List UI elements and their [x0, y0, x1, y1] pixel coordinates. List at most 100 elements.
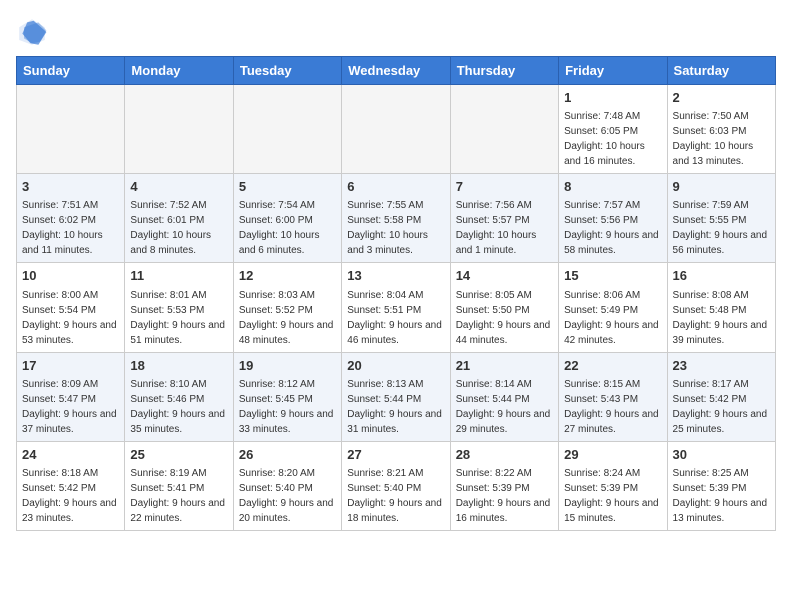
day-info: Sunrise: 8:21 AMSunset: 5:40 PMDaylight:… — [347, 468, 442, 524]
calendar-cell — [17, 85, 125, 174]
day-number: 22 — [564, 357, 661, 375]
calendar-cell: 7Sunrise: 7:56 AMSunset: 5:57 PMDaylight… — [450, 174, 558, 263]
day-number: 20 — [347, 357, 444, 375]
calendar-week-row: 24 Sunrise: 8:18 AMSunset: 5:42 PMDayligh… — [17, 441, 776, 530]
calendar-cell: 27 Sunrise: 8:21 AMSunset: 5:40 PMDayligh… — [342, 441, 450, 530]
day-info: Sunrise: 8:24 AMSunset: 5:39 PMDaylight:… — [564, 468, 659, 524]
day-info: Sunrise: 7:55 AMSunset: 5:58 PMDaylight:… — [347, 200, 428, 256]
day-number: 29 — [564, 446, 661, 464]
day-info: Sunrise: 8:05 AMSunset: 5:50 PMDaylight:… — [456, 290, 551, 346]
weekday-header-thursday: Thursday — [450, 57, 558, 85]
day-info: Sunrise: 8:00 AMSunset: 5:54 PMDaylight:… — [22, 290, 117, 346]
day-number: 27 — [347, 446, 444, 464]
day-info: Sunrise: 7:51 AMSunset: 6:02 PMDaylight:… — [22, 200, 103, 256]
calendar-cell — [125, 85, 233, 174]
calendar-cell — [450, 85, 558, 174]
day-info: Sunrise: 8:03 AMSunset: 5:52 PMDaylight:… — [239, 290, 334, 346]
day-info: Sunrise: 8:17 AMSunset: 5:42 PMDaylight:… — [673, 379, 768, 435]
calendar-cell: 4Sunrise: 7:52 AMSunset: 6:01 PMDaylight… — [125, 174, 233, 263]
calendar-cell: 2 Sunrise: 7:50 AMSunset: 6:03 PMDaylight… — [667, 85, 775, 174]
calendar-cell: 10 Sunrise: 8:00 AMSunset: 5:54 PMDayligh… — [17, 263, 125, 352]
calendar-cell: 14 Sunrise: 8:05 AMSunset: 5:50 PMDayligh… — [450, 263, 558, 352]
page-header — [16, 16, 776, 48]
calendar-cell: 5Sunrise: 7:54 AMSunset: 6:00 PMDaylight… — [233, 174, 341, 263]
calendar-header-row: SundayMondayTuesdayWednesdayThursdayFrid… — [17, 57, 776, 85]
day-number: 16 — [673, 267, 770, 285]
day-number: 30 — [673, 446, 770, 464]
day-number: 10 — [22, 267, 119, 285]
weekday-header-friday: Friday — [559, 57, 667, 85]
day-info: Sunrise: 7:52 AMSunset: 6:01 PMDaylight:… — [130, 200, 211, 256]
day-number: 11 — [130, 267, 227, 285]
day-info: Sunrise: 8:14 AMSunset: 5:44 PMDaylight:… — [456, 379, 551, 435]
calendar-cell: 12 Sunrise: 8:03 AMSunset: 5:52 PMDayligh… — [233, 263, 341, 352]
calendar-cell: 6Sunrise: 7:55 AMSunset: 5:58 PMDaylight… — [342, 174, 450, 263]
calendar-cell — [342, 85, 450, 174]
calendar-cell: 19 Sunrise: 8:12 AMSunset: 5:45 PMDayligh… — [233, 352, 341, 441]
day-number: 12 — [239, 267, 336, 285]
day-info: Sunrise: 8:20 AMSunset: 5:40 PMDaylight:… — [239, 468, 334, 524]
calendar-cell: 29 Sunrise: 8:24 AMSunset: 5:39 PMDayligh… — [559, 441, 667, 530]
day-number: 1 — [564, 89, 661, 107]
day-info: Sunrise: 8:25 AMSunset: 5:39 PMDaylight:… — [673, 468, 768, 524]
day-number: 13 — [347, 267, 444, 285]
calendar-week-row: 10 Sunrise: 8:00 AMSunset: 5:54 PMDayligh… — [17, 263, 776, 352]
day-info: Sunrise: 8:08 AMSunset: 5:48 PMDaylight:… — [673, 290, 768, 346]
day-number: 9 — [673, 178, 770, 196]
day-info: Sunrise: 8:22 AMSunset: 5:39 PMDaylight:… — [456, 468, 551, 524]
day-number: 17 — [22, 357, 119, 375]
day-number: 2 — [673, 89, 770, 107]
day-info: Sunrise: 8:13 AMSunset: 5:44 PMDaylight:… — [347, 379, 442, 435]
logo — [16, 16, 52, 48]
weekday-header-sunday: Sunday — [17, 57, 125, 85]
day-info: Sunrise: 8:15 AMSunset: 5:43 PMDaylight:… — [564, 379, 659, 435]
weekday-header-monday: Monday — [125, 57, 233, 85]
day-number: 24 — [22, 446, 119, 464]
day-info: Sunrise: 8:06 AMSunset: 5:49 PMDaylight:… — [564, 290, 659, 346]
day-number: 18 — [130, 357, 227, 375]
calendar-cell: 23 Sunrise: 8:17 AMSunset: 5:42 PMDayligh… — [667, 352, 775, 441]
day-info: Sunrise: 8:18 AMSunset: 5:42 PMDaylight:… — [22, 468, 117, 524]
day-info: Sunrise: 7:54 AMSunset: 6:00 PMDaylight:… — [239, 200, 320, 256]
calendar-cell: 8 Sunrise: 7:57 AMSunset: 5:56 PMDaylight… — [559, 174, 667, 263]
day-info: Sunrise: 7:48 AMSunset: 6:05 PMDaylight:… — [564, 111, 645, 167]
day-number: 7 — [456, 178, 553, 196]
day-number: 3 — [22, 178, 119, 196]
weekday-header-saturday: Saturday — [667, 57, 775, 85]
day-info: Sunrise: 8:09 AMSunset: 5:47 PMDaylight:… — [22, 379, 117, 435]
calendar-cell: 22 Sunrise: 8:15 AMSunset: 5:43 PMDayligh… — [559, 352, 667, 441]
logo-icon — [16, 16, 48, 48]
calendar-cell: 16 Sunrise: 8:08 AMSunset: 5:48 PMDayligh… — [667, 263, 775, 352]
calendar-cell: 9 Sunrise: 7:59 AMSunset: 5:55 PMDaylight… — [667, 174, 775, 263]
day-number: 19 — [239, 357, 336, 375]
day-info: Sunrise: 7:50 AMSunset: 6:03 PMDaylight:… — [673, 111, 754, 167]
calendar-table: SundayMondayTuesdayWednesdayThursdayFrid… — [16, 56, 776, 531]
calendar-cell: 11 Sunrise: 8:01 AMSunset: 5:53 PMDayligh… — [125, 263, 233, 352]
day-number: 8 — [564, 178, 661, 196]
calendar-cell: 18 Sunrise: 8:10 AMSunset: 5:46 PMDayligh… — [125, 352, 233, 441]
calendar-cell: 15Sunrise: 8:06 AMSunset: 5:49 PMDayligh… — [559, 263, 667, 352]
day-info: Sunrise: 8:12 AMSunset: 5:45 PMDaylight:… — [239, 379, 334, 435]
calendar-cell: 20 Sunrise: 8:13 AMSunset: 5:44 PMDayligh… — [342, 352, 450, 441]
day-number: 23 — [673, 357, 770, 375]
calendar-cell: 1 Sunrise: 7:48 AMSunset: 6:05 PMDaylight… — [559, 85, 667, 174]
calendar-cell: 25Sunrise: 8:19 AMSunset: 5:41 PMDayligh… — [125, 441, 233, 530]
day-info: Sunrise: 8:19 AMSunset: 5:41 PMDaylight:… — [130, 468, 225, 524]
day-info: Sunrise: 8:10 AMSunset: 5:46 PMDaylight:… — [130, 379, 225, 435]
calendar-cell: 21Sunrise: 8:14 AMSunset: 5:44 PMDayligh… — [450, 352, 558, 441]
day-info: Sunrise: 7:59 AMSunset: 5:55 PMDaylight:… — [673, 200, 768, 256]
day-info: Sunrise: 7:57 AMSunset: 5:56 PMDaylight:… — [564, 200, 659, 256]
weekday-header-tuesday: Tuesday — [233, 57, 341, 85]
calendar-cell: 13 Sunrise: 8:04 AMSunset: 5:51 PMDayligh… — [342, 263, 450, 352]
calendar-cell: 3 Sunrise: 7:51 AMSunset: 6:02 PMDaylight… — [17, 174, 125, 263]
calendar-cell — [233, 85, 341, 174]
calendar-cell: 24 Sunrise: 8:18 AMSunset: 5:42 PMDayligh… — [17, 441, 125, 530]
calendar-week-row: 17 Sunrise: 8:09 AMSunset: 5:47 PMDayligh… — [17, 352, 776, 441]
day-number: 28 — [456, 446, 553, 464]
day-number: 14 — [456, 267, 553, 285]
calendar-cell: 28 Sunrise: 8:22 AMSunset: 5:39 PMDayligh… — [450, 441, 558, 530]
calendar-week-row: 3 Sunrise: 7:51 AMSunset: 6:02 PMDaylight… — [17, 174, 776, 263]
weekday-header-wednesday: Wednesday — [342, 57, 450, 85]
day-info: Sunrise: 8:04 AMSunset: 5:51 PMDaylight:… — [347, 290, 442, 346]
day-info: Sunrise: 8:01 AMSunset: 5:53 PMDaylight:… — [130, 290, 225, 346]
